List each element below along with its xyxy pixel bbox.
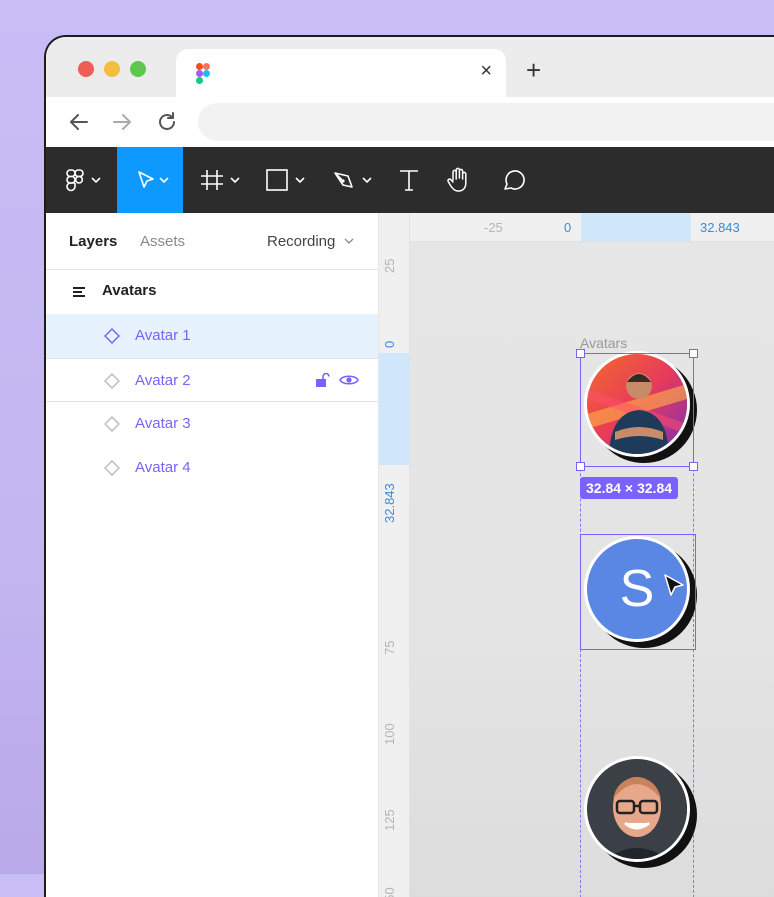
figma-logo-icon — [196, 63, 210, 84]
component-instance-icon — [104, 460, 120, 476]
browser-tab-bar: × + — [46, 37, 774, 97]
unlock-icon[interactable] — [314, 372, 330, 388]
component-instance-icon — [104, 373, 120, 389]
panel-tabs: Layers Assets Recording — [46, 213, 378, 270]
person-photo-icon — [587, 759, 687, 859]
pen-nib-icon — [334, 172, 372, 188]
browser-window: × + Layers Assets Recording Avatars Avat… — [44, 35, 774, 897]
eye-icon[interactable] — [339, 373, 359, 387]
url-input[interactable] — [198, 103, 774, 141]
minimize-window-button[interactable] — [104, 61, 120, 77]
comment-tool-button[interactable] — [496, 147, 532, 213]
ruler-tick-label: 32.843 — [382, 483, 397, 523]
resize-handle[interactable] — [689, 462, 698, 471]
forward-arrow-icon[interactable] — [109, 109, 135, 135]
ruler-tick-label: 0 — [564, 220, 572, 235]
maximize-window-button[interactable] — [130, 61, 146, 77]
back-arrow-icon[interactable] — [66, 109, 92, 135]
layer-name: Avatar 4 — [135, 459, 191, 476]
pen-tool-button[interactable] — [328, 147, 378, 213]
layer-name: Avatars — [102, 282, 157, 299]
text-tool-button[interactable] — [391, 147, 427, 213]
tab-layers[interactable]: Layers — [69, 233, 117, 250]
page-selector[interactable]: Recording — [267, 233, 335, 250]
figma-menu-icon — [66, 169, 101, 192]
address-bar-row — [46, 97, 774, 147]
resize-handle[interactable] — [689, 349, 698, 358]
ruler-horizontal[interactable]: -25 0 32.843 — [409, 213, 774, 242]
avatar-3-photo[interactable] — [584, 756, 690, 862]
main-menu-button[interactable] — [58, 147, 108, 213]
hand-icon — [447, 167, 467, 192]
selection-box[interactable] — [580, 353, 694, 467]
layer-row-avatars-frame[interactable]: Avatars — [46, 270, 378, 314]
layer-name: Avatar 3 — [135, 415, 191, 432]
dimensions-badge: 32.84 × 32.84 — [580, 477, 679, 499]
ruler-tick-label: 25 — [382, 258, 397, 273]
layer-row-avatar-4[interactable]: Avatar 4 — [46, 446, 378, 490]
text-t-icon — [400, 170, 418, 191]
rectangle-icon — [266, 169, 305, 191]
new-tab-button[interactable]: + — [526, 57, 541, 83]
design-canvas[interactable]: -25 0 32.843 25 0 32.843 75 100 125 150 … — [379, 213, 774, 897]
shape-tool-button[interactable] — [261, 147, 311, 213]
ruler-tick-label: 75 — [382, 640, 397, 655]
ruler-tick-label: 32.843 — [700, 220, 740, 235]
layer-row-avatar-1[interactable]: Avatar 1 — [46, 314, 378, 358]
reload-icon[interactable] — [154, 109, 180, 135]
component-instance-icon — [104, 416, 120, 432]
hand-tool-button[interactable] — [441, 147, 477, 213]
layer-name: Avatar 1 — [135, 327, 191, 344]
tab-assets[interactable]: Assets — [140, 233, 185, 250]
chevron-down-icon[interactable] — [344, 237, 354, 245]
tab-close-icon[interactable]: × — [480, 61, 492, 81]
resize-handle[interactable] — [576, 462, 585, 471]
ruler-tick-label: -25 — [484, 220, 503, 235]
mouse-cursor-icon — [664, 574, 684, 596]
ruler-selection-highlight — [581, 213, 691, 241]
resize-handle[interactable] — [576, 349, 585, 358]
ruler-selection-highlight — [379, 353, 409, 465]
auto-layout-icon — [73, 287, 85, 297]
ruler-tick-label: 100 — [382, 723, 397, 745]
ruler-tick-label: 150 — [382, 887, 397, 897]
ruler-vertical[interactable]: 25 0 32.843 75 100 125 150 — [379, 213, 410, 897]
frame-tool-button[interactable] — [196, 147, 246, 213]
frame-hash-icon — [201, 170, 240, 190]
comment-bubble-icon — [504, 170, 525, 190]
layer-row-avatar-2[interactable]: Avatar 2 — [46, 358, 378, 402]
layers-panel: Layers Assets Recording Avatars Avatar 1 — [46, 213, 379, 897]
figma-toolbar — [46, 147, 774, 213]
browser-tab[interactable]: × — [176, 49, 506, 97]
ruler-tick-label: 125 — [382, 809, 397, 831]
close-window-button[interactable] — [78, 61, 94, 77]
cursor-arrow-icon — [138, 171, 169, 188]
frame-name-label[interactable]: Avatars — [580, 335, 627, 351]
layer-row-avatar-3[interactable]: Avatar 3 — [46, 402, 378, 446]
move-tool-button[interactable] — [117, 147, 183, 213]
layer-name: Avatar 2 — [135, 372, 191, 389]
component-instance-icon — [104, 328, 120, 344]
ruler-tick-label: 0 — [382, 340, 397, 348]
